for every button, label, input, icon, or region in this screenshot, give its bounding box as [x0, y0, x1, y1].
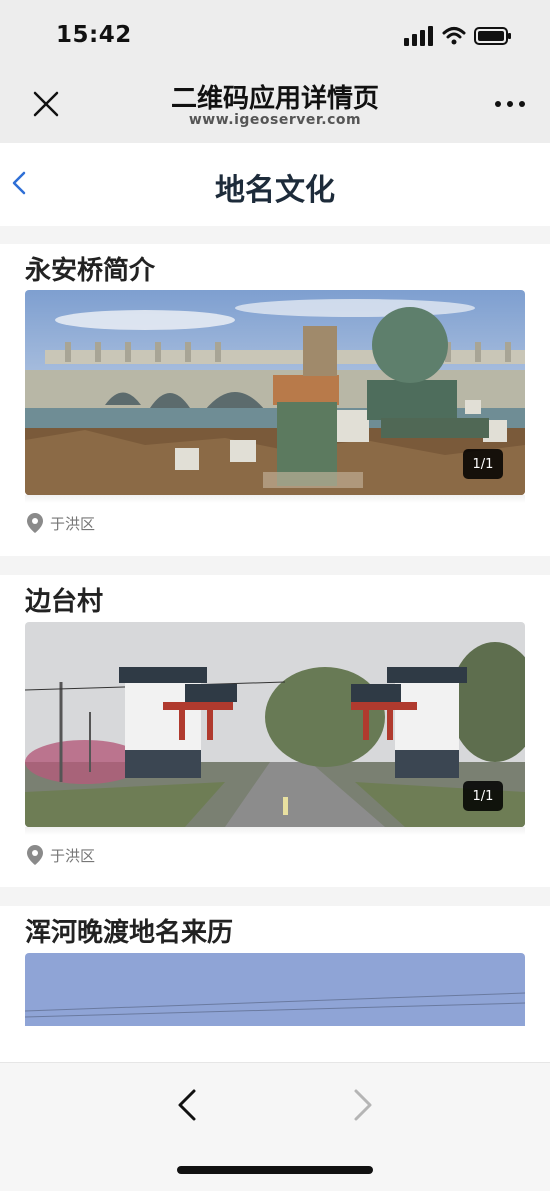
- location-row: 于洪区: [26, 844, 95, 866]
- wifi-icon: [442, 27, 466, 45]
- battery-icon: [474, 27, 511, 45]
- image-shadow: [25, 495, 525, 503]
- signal-icon: [404, 26, 433, 46]
- place-card[interactable]: 边台村 1/1 于洪区: [0, 575, 550, 887]
- place-card[interactable]: 浑河晚渡地名来历: [0, 906, 550, 1062]
- bridge-image[interactable]: 1/1: [25, 290, 525, 495]
- prev-icon[interactable]: [172, 1085, 204, 1125]
- page-title: 二维码应用详情页: [170, 84, 379, 114]
- page-url: www.igeoserver.com: [188, 112, 362, 128]
- location-pin-icon: [27, 513, 43, 533]
- location-row: 于洪区: [26, 512, 95, 534]
- location-text: 于洪区: [50, 846, 96, 865]
- status-time: 15:42: [56, 22, 132, 48]
- home-indicator: [177, 1166, 373, 1174]
- place-card[interactable]: 永安桥简介 1/1 于洪区: [0, 244, 550, 556]
- status-bar: 15:42: [0, 0, 550, 70]
- card-title: 边台村: [25, 587, 104, 617]
- location-text: 于洪区: [50, 514, 96, 533]
- card-title: 浑河晚渡地名来历: [25, 918, 234, 948]
- image-counter-badge: 1/1: [463, 449, 503, 479]
- location-pin-icon: [27, 845, 43, 865]
- next-icon[interactable]: [346, 1085, 378, 1125]
- wechat-header: 二维码应用详情页 www.igeoserver.com: [0, 70, 550, 143]
- status-icons: [404, 24, 512, 48]
- nav-bar: 地名文化: [0, 143, 550, 226]
- village-gate-image[interactable]: 1/1: [25, 622, 525, 827]
- river-image[interactable]: [25, 953, 525, 1026]
- card-title: 永安桥简介: [25, 256, 156, 286]
- section-title: 地名文化: [215, 173, 335, 208]
- more-icon[interactable]: [492, 92, 528, 116]
- image-counter-badge: 1/1: [463, 781, 503, 811]
- image-shadow: [25, 827, 525, 835]
